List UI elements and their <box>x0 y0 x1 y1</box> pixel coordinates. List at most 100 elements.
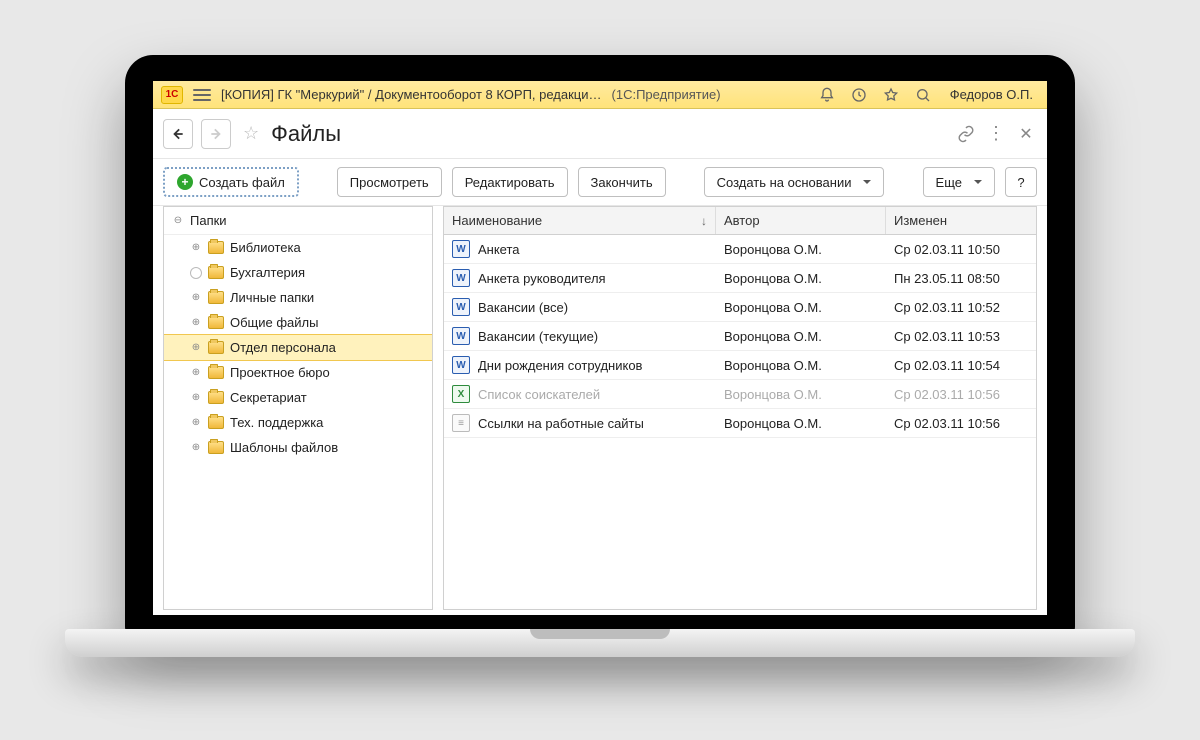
word-file-icon: W <box>452 269 470 287</box>
create-file-label: Создать файл <box>199 175 285 190</box>
table-row[interactable]: W Дни рождения сотрудников Воронцова О.М.С… <box>444 351 1036 380</box>
tree-item[interactable]: ⊕ Проектное бюро <box>164 360 432 385</box>
column-header-author[interactable]: Автор <box>716 207 886 234</box>
create-based-on-button[interactable]: Создать на основании <box>704 167 885 197</box>
file-name: Анкета <box>478 242 520 257</box>
tree-item-label: Тех. поддержка <box>230 415 323 430</box>
file-name: Вакансии (текущие) <box>478 329 598 344</box>
file-author: Воронцова О.М. <box>716 411 886 436</box>
table-row[interactable]: WВакансии (текущие)Воронцова О.М.Ср 02.0… <box>444 322 1036 351</box>
create-file-button[interactable]: + Создать файл <box>163 167 299 197</box>
tree-item[interactable]: ⊕ Отдел персонала <box>164 335 432 360</box>
expand-icon[interactable]: ⊕ <box>190 367 202 379</box>
bell-icon[interactable] <box>816 84 838 106</box>
laptop-frame: 1C [КОПИЯ] ГК "Меркурий" / Документообор… <box>65 55 1135 685</box>
link-icon[interactable] <box>955 123 977 145</box>
tree-item[interactable]: ⊕Секретариат <box>164 385 432 410</box>
expand-icon[interactable]: ⊕ <box>190 317 202 329</box>
collapse-icon[interactable]: ⊖ <box>172 215 184 227</box>
file-name: Дни рождения сотрудников <box>478 358 642 373</box>
file-modified: Ср 02.03.11 10:56 <box>886 411 1036 436</box>
page-title: Файлы <box>271 121 341 147</box>
table-row[interactable]: WВакансии (все)Воронцова О.М.Ср 02.03.11… <box>444 293 1036 322</box>
laptop-bezel: 1C [КОПИЯ] ГК "Меркурий" / Документообор… <box>125 55 1075 635</box>
expand-icon[interactable]: ⊕ <box>190 242 202 254</box>
logo-1c-icon: 1C <box>161 86 183 104</box>
kebab-menu-icon[interactable]: ⋮ <box>985 123 1007 145</box>
word-file-icon: W <box>452 298 470 316</box>
platform-label: (1С:Предприятие) <box>612 87 721 102</box>
table-row[interactable]: ≡Ссылки на работные сайтыВоронцова О.М.С… <box>444 409 1036 438</box>
folder-icon <box>208 266 224 279</box>
file-modified: Ср 02.03.11 10:53 <box>886 324 1036 349</box>
close-icon[interactable]: ✕ <box>1015 123 1037 145</box>
folder-icon <box>208 241 224 254</box>
expand-icon[interactable]: ⊕ <box>190 392 202 404</box>
file-name: Анкета руководителя <box>478 271 606 286</box>
file-modified: Ср 02.03.11 10:56 <box>886 382 1036 407</box>
file-list: Наименование ↓ Автор Изменен WАнкетаВоро… <box>443 206 1037 610</box>
table-row[interactable]: WАнкетаВоронцова О.М.Ср 02.03.11 10:50 <box>444 235 1036 264</box>
more-button[interactable]: Еще <box>923 167 995 197</box>
nav-forward-button[interactable] <box>201 119 231 149</box>
tree-item[interactable]: ⊕ Шаблоны файлов <box>164 435 432 460</box>
plus-icon: + <box>177 174 193 190</box>
file-modified: Ср 02.03.11 10:54 <box>886 353 1036 378</box>
folder-icon <box>208 416 224 429</box>
file-author: Воронцова О.М. <box>716 295 886 320</box>
folder-icon <box>208 441 224 454</box>
list-header: Наименование ↓ Автор Изменен <box>444 207 1036 235</box>
tree-item-label: Общие файлы <box>230 315 318 330</box>
view-button[interactable]: Просмотреть <box>337 167 442 197</box>
tree-item-label: Бухгалтерия <box>230 265 305 280</box>
word-file-icon: W <box>452 356 470 374</box>
word-file-icon: W <box>452 327 470 345</box>
file-author: Воронцова О.М. <box>716 266 886 291</box>
tree-item[interactable]: ⊕ Тех. поддержка <box>164 410 432 435</box>
table-row[interactable]: X Список соискателей Воронцова О.М.Ср 02.0… <box>444 380 1036 409</box>
help-button[interactable]: ? <box>1005 167 1037 197</box>
file-name: Ссылки на работные сайты <box>478 416 644 431</box>
tree-root[interactable]: ⊖ Папки <box>164 207 432 235</box>
file-modified: Ср 02.03.11 10:50 <box>886 237 1036 262</box>
folder-tree[interactable]: ⊖ Папки ⊕Библиотека Бухгалтерия ⊕ Личные па… <box>163 206 433 610</box>
column-header-name[interactable]: Наименование ↓ <box>444 207 716 234</box>
list-body[interactable]: WАнкетаВоронцова О.М.Ср 02.03.11 10:50WА… <box>444 235 1036 609</box>
expand-icon[interactable]: ⊕ <box>190 417 202 429</box>
expand-icon[interactable]: ⊕ <box>190 292 202 304</box>
excel-file-icon: X <box>452 385 470 403</box>
laptop-base <box>65 629 1135 657</box>
file-name: Вакансии (все) <box>478 300 568 315</box>
sort-indicator-icon: ↓ <box>701 214 707 228</box>
expand-icon[interactable]: ⊕ <box>190 442 202 454</box>
leaf-icon <box>190 267 202 279</box>
main-menu-button[interactable] <box>193 89 211 101</box>
file-name: Список соискателей <box>478 387 600 402</box>
favorite-toggle-icon[interactable]: ☆ <box>243 123 259 144</box>
table-row[interactable]: W Анкета руководителя Воронцова О.М.Пн 23.… <box>444 264 1036 293</box>
tree-item[interactable]: ⊕Библиотека <box>164 235 432 260</box>
search-icon[interactable] <box>912 84 934 106</box>
titlebar: 1C [КОПИЯ] ГК "Меркурий" / Документообор… <box>153 81 1047 109</box>
tree-item[interactable]: Бухгалтерия <box>164 260 432 285</box>
star-icon[interactable] <box>880 84 902 106</box>
nav-back-button[interactable] <box>163 119 193 149</box>
tree-item-label: Отдел персонала <box>230 340 336 355</box>
tree-item-label: Шаблоны файлов <box>230 440 338 455</box>
tree-item[interactable]: ⊕ Общие файлы <box>164 310 432 335</box>
tree-item-label: Проектное бюро <box>230 365 330 380</box>
finish-button[interactable]: Закончить <box>578 167 666 197</box>
toolbar: + Создать файл Просмотреть Редактировать… <box>153 159 1047 206</box>
expand-icon[interactable]: ⊕ <box>190 342 202 354</box>
folder-icon <box>208 316 224 329</box>
history-icon[interactable] <box>848 84 870 106</box>
current-user[interactable]: Федоров О.П. <box>944 87 1039 102</box>
file-author: Воронцова О.М. <box>716 353 886 378</box>
tree-item-label: Личные папки <box>230 290 314 305</box>
file-modified: Пн 23.05.11 08:50 <box>886 266 1036 291</box>
column-header-date[interactable]: Изменен <box>886 207 1036 234</box>
tree-root-label: Папки <box>190 213 227 228</box>
file-author: Воронцова О.М. <box>716 382 886 407</box>
edit-button[interactable]: Редактировать <box>452 167 568 197</box>
tree-item[interactable]: ⊕ Личные папки <box>164 285 432 310</box>
